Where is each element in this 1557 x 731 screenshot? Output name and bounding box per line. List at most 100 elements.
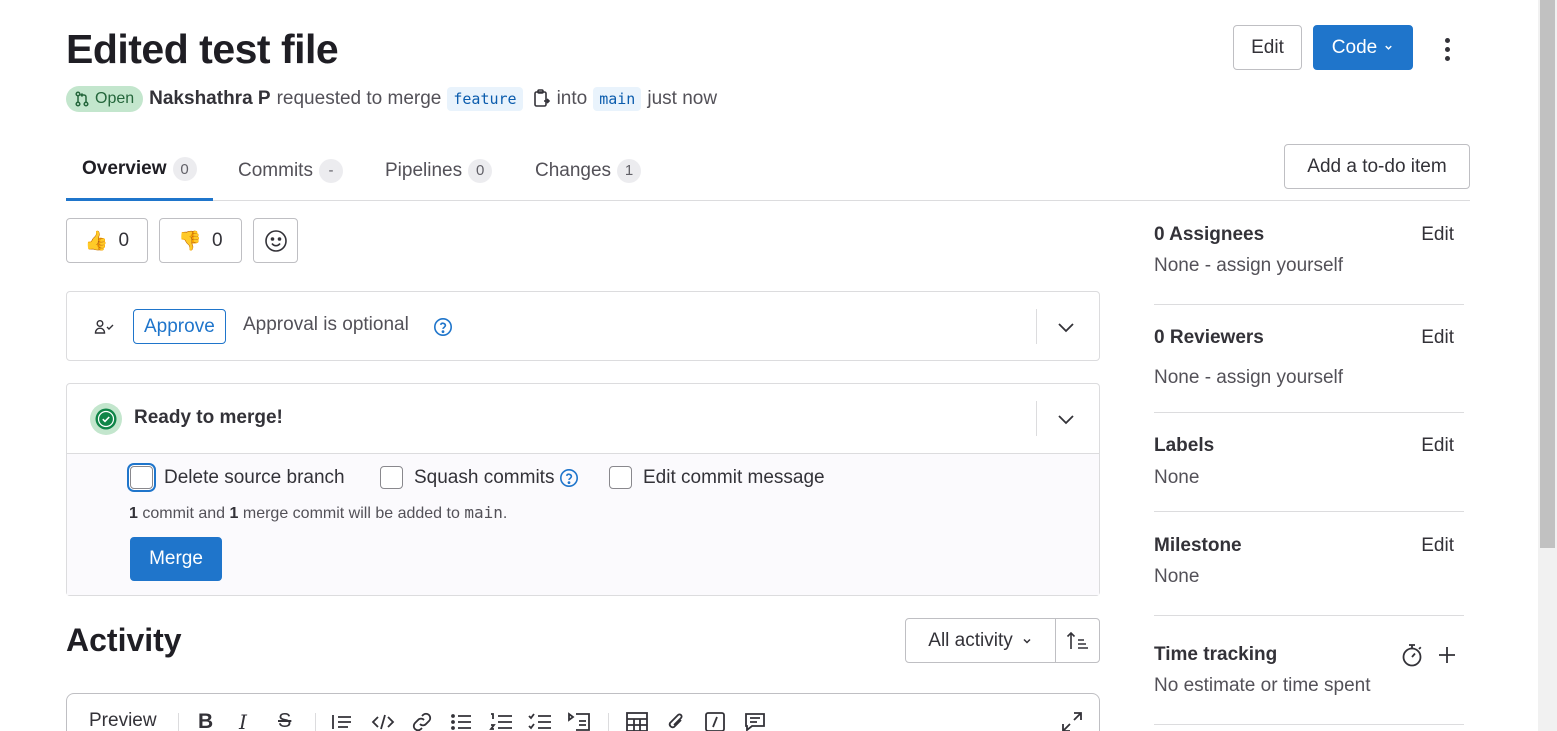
table-icon[interactable] [626,712,648,731]
approval-text: Approval is optional [243,314,409,335]
task-list-icon[interactable] [528,712,552,731]
chevron-down-icon[interactable] [1056,317,1076,337]
link-icon[interactable] [411,711,433,731]
comment-template-icon[interactable] [744,711,766,731]
edit-button[interactable]: Edit [1233,25,1302,70]
merge-status-title: Ready to merge! [134,407,283,428]
stopwatch-icon[interactable] [1401,643,1423,667]
into-text: into [556,88,588,109]
activity-filter-label: All activity [928,629,1013,651]
tab-commits[interactable]: Commits - [238,140,343,201]
attachment-icon[interactable] [666,711,686,731]
timestamp: just now [647,88,718,109]
assignees-value[interactable]: None - assign yourself [1154,255,1343,277]
thumbs-up-count: 0 [118,229,130,251]
sidebar-assignees: 0 Assignees Edit None - assign yourself [1154,218,1464,305]
author-link[interactable]: Nakshathra P [149,88,270,110]
checkbox-label: Delete source branch [164,466,345,488]
labels-value: None [1154,467,1200,488]
tab-changes[interactable]: Changes 1 [535,140,642,201]
labels-title: Labels [1154,435,1215,456]
divider [1036,401,1037,436]
merge-widget: Ready to merge! Delete source branch Squ… [66,383,1100,596]
fullscreen-icon[interactable] [1061,711,1083,731]
commit-summary: 1 commit and 1 merge commit will be adde… [129,503,507,523]
tab-count: 0 [172,157,197,181]
labels-edit-link[interactable]: Edit [1421,435,1454,457]
quote-icon[interactable] [331,712,353,731]
tab-label: Commits [238,159,313,181]
checkbox[interactable] [130,466,153,489]
tab-label: Overview [82,158,167,179]
merge-commit-count: 1 [229,505,239,522]
page-scrollbar[interactable] [1538,0,1557,731]
divider [608,713,609,731]
strikethrough-icon[interactable]: S [278,710,291,731]
question-icon[interactable] [559,468,579,488]
quick-action-icon[interactable] [704,711,726,731]
activity-filter-dropdown[interactable]: All activity [906,619,1056,662]
reviewers-edit-link[interactable]: Edit [1421,327,1454,349]
preview-tab[interactable]: Preview [89,710,157,731]
squash-commits-checkbox[interactable]: Squash commits [380,466,579,489]
checkbox[interactable] [609,466,632,489]
commit-count: 1 [129,505,138,522]
delete-source-branch-checkbox[interactable]: Delete source branch [130,466,345,489]
thumbs-down-button[interactable]: 👎 0 [159,218,242,263]
tab-label: Changes [535,159,612,181]
copy-icon[interactable] [533,89,551,109]
requested-text: requested to merge [276,88,442,109]
code-dropdown-button[interactable]: Code [1313,25,1413,70]
edit-commit-message-checkbox[interactable]: Edit commit message [609,466,825,489]
check-circle-icon [90,403,122,435]
commit-note-tail: merge commit will be added to [242,505,460,522]
checkbox[interactable] [380,466,403,489]
more-actions-icon[interactable] [1435,32,1459,66]
checkbox-label: Edit commit message [643,466,825,488]
merge-request-meta: Open Nakshathra P requested to merge fea… [66,85,717,113]
bold-icon[interactable]: B [198,710,213,731]
chevron-down-icon [1385,45,1392,50]
activity-heading: Activity [66,622,182,658]
assignees-edit-link[interactable]: Edit [1421,224,1454,246]
tab-count: - [318,158,343,183]
code-icon[interactable] [371,712,395,731]
sidebar-reviewers: 0 Reviewers Edit None - assign yourself [1154,305,1464,413]
tab-overview[interactable]: Overview 0 [66,140,213,201]
tab-pipelines[interactable]: Pipelines 0 [385,140,493,201]
thumbs-up-icon: 👍 [84,230,109,252]
page-title: Edited test file [66,26,339,72]
time-tracking-title: Time tracking [1154,644,1278,665]
thumbs-down-icon: 👎 [178,230,203,252]
target-branch[interactable]: main [593,87,642,111]
thumbs-up-button[interactable]: 👍 0 [66,218,148,263]
add-todo-button[interactable]: Add a to-do item [1284,144,1470,189]
commit-note-end: . [502,505,508,522]
sort-ascending-icon [1066,631,1088,649]
merge-options: Delete source branch Squash commits Edit… [67,453,1099,595]
milestone-title: Milestone [1154,535,1242,556]
approve-button[interactable]: Approve [133,309,226,344]
sort-order-button[interactable] [1056,619,1099,662]
sidebar-milestone: Milestone Edit None [1154,512,1464,616]
chevron-down-icon[interactable] [1056,409,1076,429]
merge-button[interactable]: Merge [130,537,222,581]
milestone-edit-link[interactable]: Edit [1421,535,1454,557]
italic-icon[interactable]: I [239,710,247,731]
merge-request-icon [75,91,89,107]
plus-icon[interactable] [1437,645,1457,665]
collapsible-section-icon[interactable] [567,711,591,731]
scrollbar-thumb[interactable] [1540,0,1555,548]
bullet-list-icon[interactable] [450,712,472,731]
add-reaction-button[interactable] [253,218,298,263]
divider [315,713,316,731]
smiley-icon [264,229,287,252]
numbered-list-icon[interactable] [489,712,513,731]
reviewers-value[interactable]: None - assign yourself [1154,367,1343,389]
question-icon[interactable] [433,317,453,337]
checkbox-label: Squash commits [414,466,555,488]
approval-widget: Approve Approval is optional [66,291,1100,361]
source-branch[interactable]: feature [447,87,523,111]
milestone-value: None [1154,566,1200,587]
chevron-down-icon [1023,638,1031,644]
